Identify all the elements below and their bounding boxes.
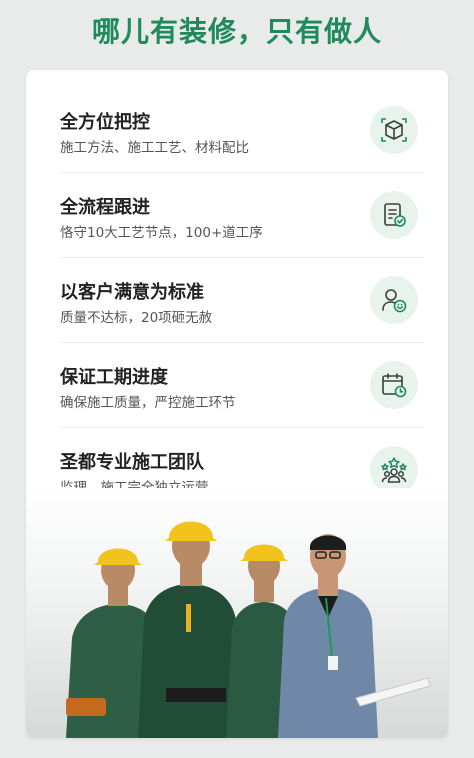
feature-item-control: 全方位把控 施工方法、施工工艺、材料配比 <box>60 88 424 173</box>
feature-title: 全方位把控 <box>60 112 150 133</box>
calendar-clock-icon <box>370 361 418 409</box>
feature-item-schedule: 保证工期进度 确保施工质量，严控施工环节 <box>60 343 424 428</box>
feature-subtitle: 确保施工质量，严控施工环节 <box>60 395 236 411</box>
team-star-icon <box>370 446 418 494</box>
feature-title: 圣都专业施工团队 <box>60 452 204 473</box>
supervisor-figure <box>278 534 431 738</box>
worker-figure <box>138 521 242 738</box>
user-smile-icon <box>370 276 418 324</box>
feature-card: 全方位把控 施工方法、施工工艺、材料配比 全流程跟进 恪守10大工艺节点，100… <box>26 70 448 738</box>
checklist-icon <box>370 191 418 239</box>
construction-team-photo <box>26 488 448 738</box>
feature-title: 以客户满意为标准 <box>60 282 204 303</box>
feature-list: 全方位把控 施工方法、施工工艺、材料配比 全流程跟进 恪守10大工艺节点，100… <box>26 88 448 512</box>
feature-subtitle: 质量不达标，20项砸无赦 <box>60 310 213 326</box>
feature-subtitle: 施工方法、施工工艺、材料配比 <box>60 140 249 156</box>
feature-subtitle: 恪守10大工艺节点，100+道工序 <box>60 225 263 241</box>
page-headline: 哪儿有装修，只有做人 <box>91 15 382 48</box>
workers-illustration <box>66 521 431 738</box>
cube-icon <box>370 106 418 154</box>
feature-title: 保证工期进度 <box>60 367 168 388</box>
feature-item-satisfaction: 以客户满意为标准 质量不达标，20项砸无赦 <box>60 258 424 343</box>
feature-item-process: 全流程跟进 恪守10大工艺节点，100+道工序 <box>60 173 424 258</box>
feature-title: 全流程跟进 <box>60 197 150 218</box>
